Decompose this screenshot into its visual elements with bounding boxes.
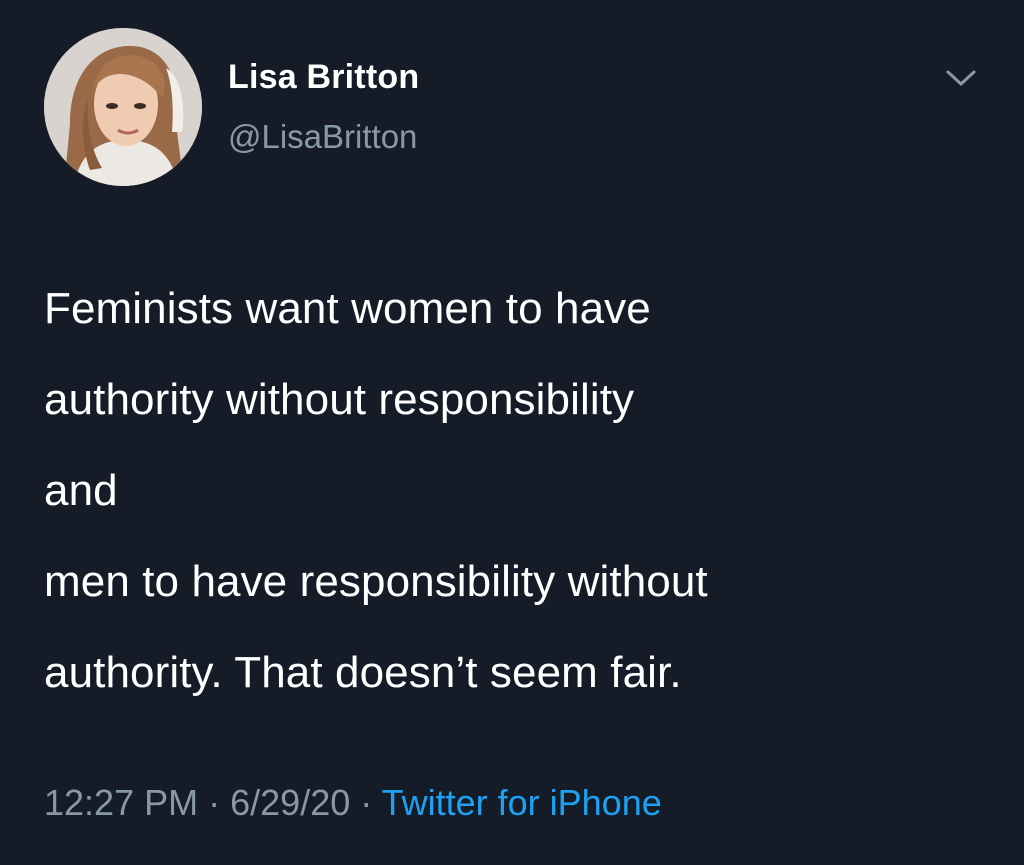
- tweet-text: Feminists want women to have authority w…: [44, 263, 994, 718]
- user-handle[interactable]: @LisaBritton: [228, 118, 417, 156]
- tweet-date[interactable]: 6/29/20: [230, 782, 350, 823]
- tweet-text-line: authority without responsibility: [44, 375, 635, 424]
- tweet-text-line: Feminists want women to have: [44, 284, 651, 333]
- avatar-photo: [44, 28, 202, 186]
- tweet-text-line: authority. That doesn’t seem fair.: [44, 648, 682, 697]
- tweet-meta: 12:27 PM · 6/29/20 · Twitter for iPhone: [44, 782, 662, 824]
- tweet-card: Lisa Britton @LisaBritton Feminists want…: [0, 0, 1024, 865]
- tweet-text-line: and: [44, 466, 118, 515]
- meta-separator: ·: [208, 782, 221, 823]
- tweet-source-link[interactable]: Twitter for iPhone: [382, 782, 662, 823]
- tweet-time[interactable]: 12:27 PM: [44, 782, 198, 823]
- display-name[interactable]: Lisa Britton: [228, 58, 419, 97]
- chevron-down-icon[interactable]: [944, 66, 978, 90]
- meta-separator: ·: [360, 782, 373, 823]
- avatar[interactable]: [44, 28, 202, 186]
- tweet-text-line: men to have responsibility without: [44, 557, 708, 606]
